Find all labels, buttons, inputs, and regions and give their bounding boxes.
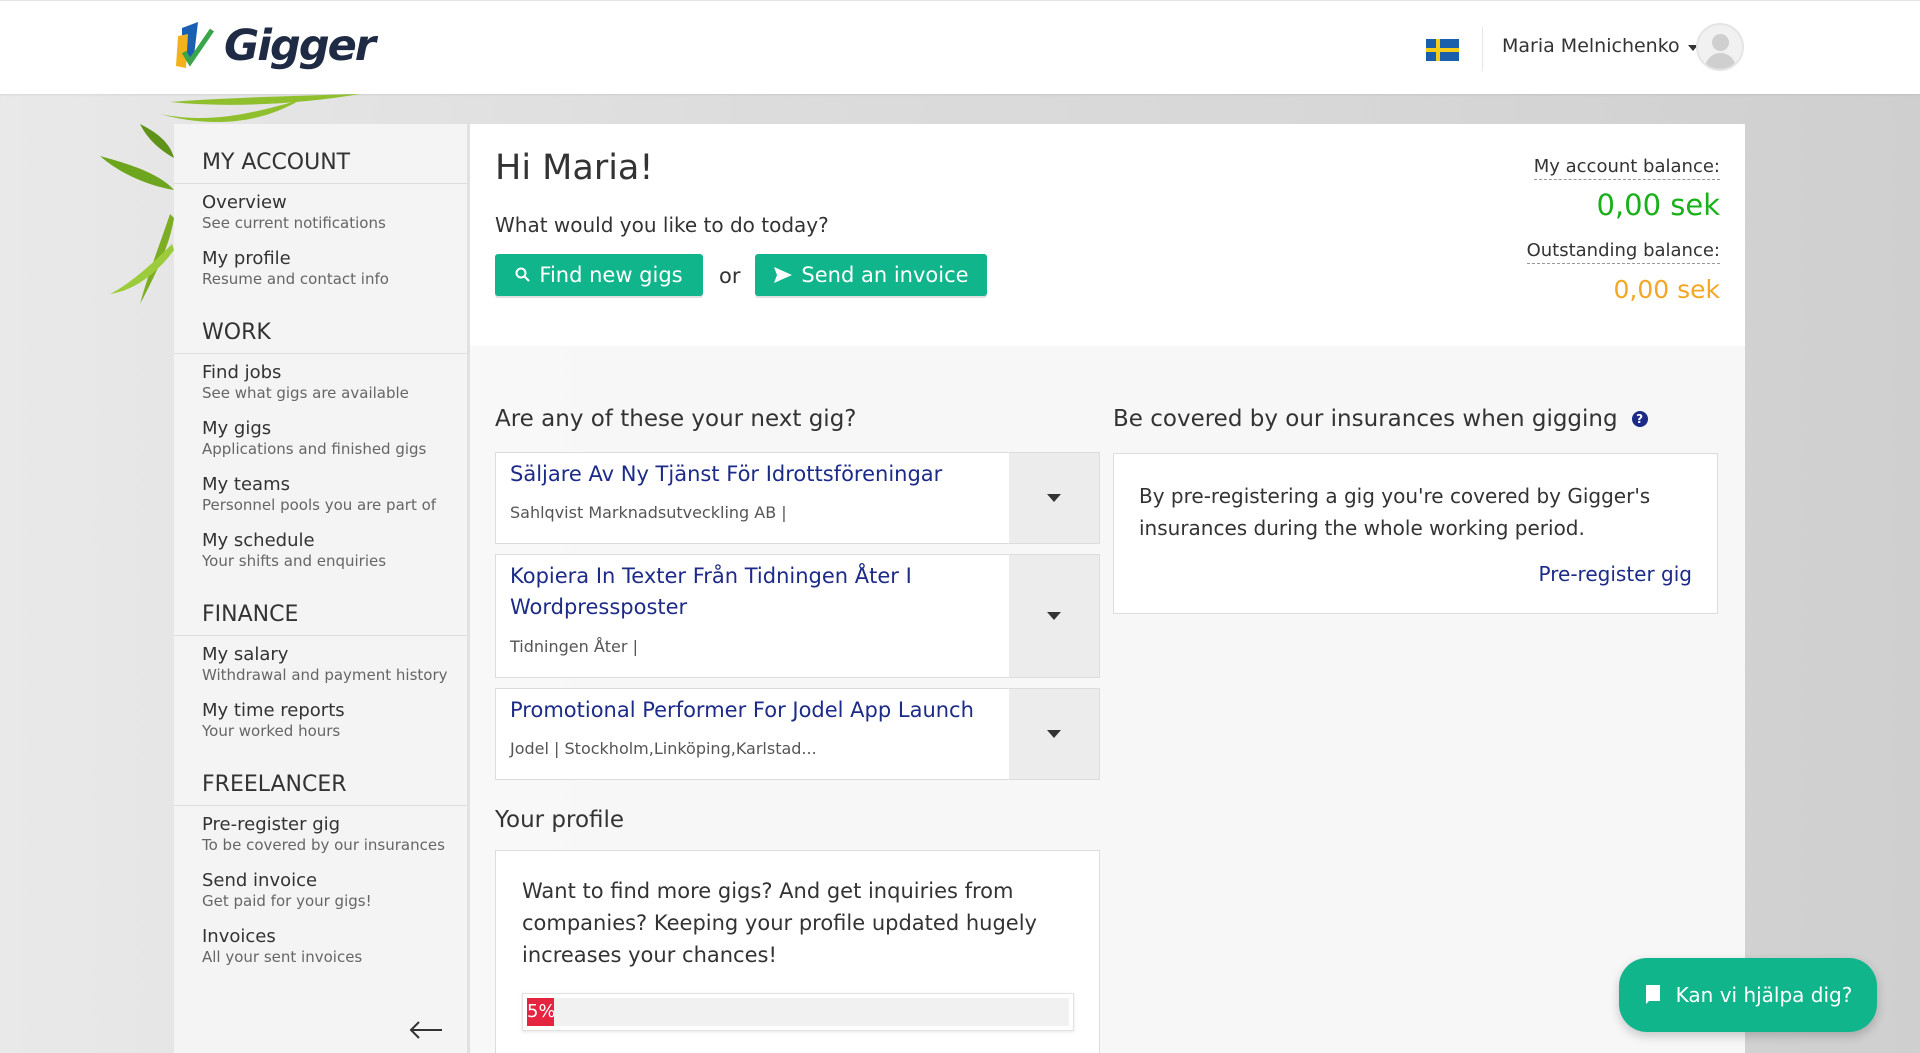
- profile-text: Want to find more gigs? And get inquirie…: [522, 879, 1037, 967]
- sidebar-section-title: FINANCE: [174, 578, 467, 636]
- welcome-question: What would you like to do today?: [495, 213, 829, 237]
- sweden-flag-icon[interactable]: [1426, 39, 1459, 61]
- user-name: Maria Melnichenko: [1502, 35, 1680, 57]
- insurance-card: By pre-registering a gig you're covered …: [1113, 453, 1718, 614]
- sidebar-item-label: My gigs: [202, 418, 272, 439]
- send-icon: [774, 267, 793, 283]
- gig-expand-button[interactable]: [1009, 453, 1099, 543]
- gig-card[interactable]: Säljare Av Ny Tjänst För Idrottsförening…: [495, 452, 1100, 544]
- sidebar-item-subtitle: Withdrawal and payment history: [202, 666, 448, 684]
- sidebar-item-my-schedule[interactable]: My schedule Your shifts and enquiries: [174, 522, 467, 578]
- collapse-arrow-icon[interactable]: [408, 1020, 444, 1040]
- account-balance-label[interactable]: My account balance:: [1533, 156, 1720, 180]
- sidebar-item-subtitle: Applications and finished gigs: [202, 440, 427, 458]
- welcome-panel: Hi Maria! What would you like to do toda…: [470, 124, 1745, 346]
- sidebar-item-label: My time reports: [202, 700, 345, 721]
- sidebar-item-label: Invoices: [202, 926, 276, 947]
- insurance-text: By pre-registering a gig you're covered …: [1139, 484, 1651, 540]
- sidebar-item-my-teams[interactable]: My teams Personnel pools you are part of: [174, 466, 467, 522]
- gigger-logo-icon: [176, 22, 215, 68]
- sidebar-item-label: My schedule: [202, 530, 315, 551]
- gig-company: Jodel | Stockholm,Linköping,Karlstad...: [510, 739, 817, 758]
- sidebar-item-subtitle: Your shifts and enquiries: [202, 552, 387, 570]
- sidebar-item-label: My profile: [202, 248, 291, 269]
- chevron-down-icon: [1047, 730, 1061, 738]
- help-icon[interactable]: ?: [1631, 411, 1648, 427]
- sidebar-item-subtitle: See what gigs are available: [202, 384, 409, 402]
- profile-progress-bar: 5%: [522, 993, 1074, 1031]
- sidebar-item-invoices[interactable]: Invoices All your sent invoices: [174, 918, 467, 974]
- sidebar-item-overview[interactable]: Overview See current notifications: [174, 184, 467, 240]
- sidebar-item-label: Overview: [202, 192, 287, 213]
- sidebar-item-label: Send invoice: [202, 870, 318, 891]
- account-balance-value: 0,00 sek: [1596, 188, 1720, 222]
- send-invoice-button[interactable]: Send an invoice: [755, 254, 987, 296]
- gig-title[interactable]: Säljare Av Ny Tjänst För Idrottsförening…: [510, 459, 980, 490]
- sidebar-item-my-gigs[interactable]: My gigs Applications and finished gigs: [174, 410, 467, 466]
- sidebar-item-subtitle: All your sent invoices: [202, 948, 363, 966]
- chevron-down-icon: [1047, 494, 1061, 502]
- search-icon: [515, 267, 531, 282]
- profile-card: Want to find more gigs? And get inquirie…: [495, 850, 1100, 1053]
- sidebar-item-pre-register-gig[interactable]: Pre-register gig To be covered by our in…: [174, 806, 467, 862]
- gig-company: Tidningen Åter |: [510, 637, 638, 656]
- gig-card[interactable]: Promotional Performer For Jodel App Laun…: [495, 688, 1100, 780]
- gig-expand-button[interactable]: [1009, 555, 1099, 677]
- profile-section-title: Your profile: [495, 807, 625, 833]
- outstanding-balance-label[interactable]: Outstanding balance:: [1526, 240, 1720, 264]
- sidebar-section-title: WORK: [174, 296, 467, 354]
- sidebar-section-title: MY ACCOUNT: [174, 124, 467, 184]
- main-content: Are any of these your next gig? Säljare …: [470, 346, 1745, 1053]
- sidebar-item-subtitle: Resume and contact info: [202, 270, 389, 288]
- outstanding-balance-value: 0,00 sek: [1613, 275, 1721, 304]
- chat-book-icon: [1645, 985, 1660, 1004]
- sidebar-item-subtitle: Your worked hours: [202, 722, 341, 740]
- gig-company: Sahlqvist Marknadsutveckling AB |: [510, 503, 787, 522]
- sidebar-item-label: My salary: [202, 644, 289, 665]
- sidebar-item-subtitle: See current notifications: [202, 214, 386, 232]
- sidebar-item-my-time-reports[interactable]: My time reports Your worked hours: [174, 692, 467, 748]
- chevron-down-icon: [1047, 612, 1061, 620]
- find-new-gigs-label: Find new gigs: [539, 263, 683, 287]
- top-header: Gigger Maria Melnichenko: [0, 0, 1920, 94]
- sidebar: MY ACCOUNT Overview See current notifica…: [174, 124, 468, 1053]
- chat-help-label: Kan vi hjälpa dig?: [1675, 983, 1853, 1007]
- sidebar-item-label: Pre-register gig: [202, 814, 341, 835]
- gig-title[interactable]: Promotional Performer For Jodel App Laun…: [510, 695, 980, 726]
- sidebar-item-my-salary[interactable]: My salary Withdrawal and payment history: [174, 636, 467, 692]
- gig-card[interactable]: Kopiera In Texter Från Tidningen Åter I …: [495, 554, 1100, 678]
- sidebar-item-label: Find jobs: [202, 362, 282, 383]
- header-divider: [1482, 27, 1483, 71]
- sidebar-item-subtitle: Get paid for your gigs!: [202, 892, 372, 910]
- gigs-section-title: Are any of these your next gig?: [495, 406, 857, 432]
- sidebar-item-label: My teams: [202, 474, 290, 495]
- insurance-title-text: Be covered by our insurances when giggin…: [1113, 406, 1618, 432]
- insurance-section-title: Be covered by our insurances when giggin…: [1113, 406, 1648, 432]
- brand-name: Gigger: [224, 21, 376, 71]
- sidebar-item-my-profile[interactable]: My profile Resume and contact info: [174, 240, 467, 296]
- progress-fill: 5%: [527, 998, 555, 1026]
- sidebar-section-title: FREELANCER: [174, 748, 467, 806]
- pre-register-gig-link[interactable]: Pre-register gig: [1539, 562, 1692, 586]
- gig-title[interactable]: Kopiera In Texter Från Tidningen Åter I …: [510, 561, 980, 623]
- avatar[interactable]: [1696, 23, 1744, 71]
- sidebar-item-subtitle: To be covered by our insurances: [202, 836, 445, 854]
- chat-help-button[interactable]: Kan vi hjälpa dig?: [1619, 958, 1877, 1032]
- send-invoice-label: Send an invoice: [801, 263, 969, 287]
- greeting-title: Hi Maria!: [495, 148, 654, 188]
- sidebar-item-subtitle: Personnel pools you are part of: [202, 496, 437, 514]
- gig-expand-button[interactable]: [1009, 689, 1099, 779]
- or-label: or: [719, 264, 741, 288]
- logo[interactable]: Gigger: [172, 13, 376, 79]
- find-new-gigs-button[interactable]: Find new gigs: [495, 254, 703, 296]
- user-menu[interactable]: Maria Melnichenko: [1502, 35, 1698, 57]
- sidebar-item-find-jobs[interactable]: Find jobs See what gigs are available: [174, 354, 467, 410]
- sidebar-item-send-invoice[interactable]: Send invoice Get paid for your gigs!: [174, 862, 467, 918]
